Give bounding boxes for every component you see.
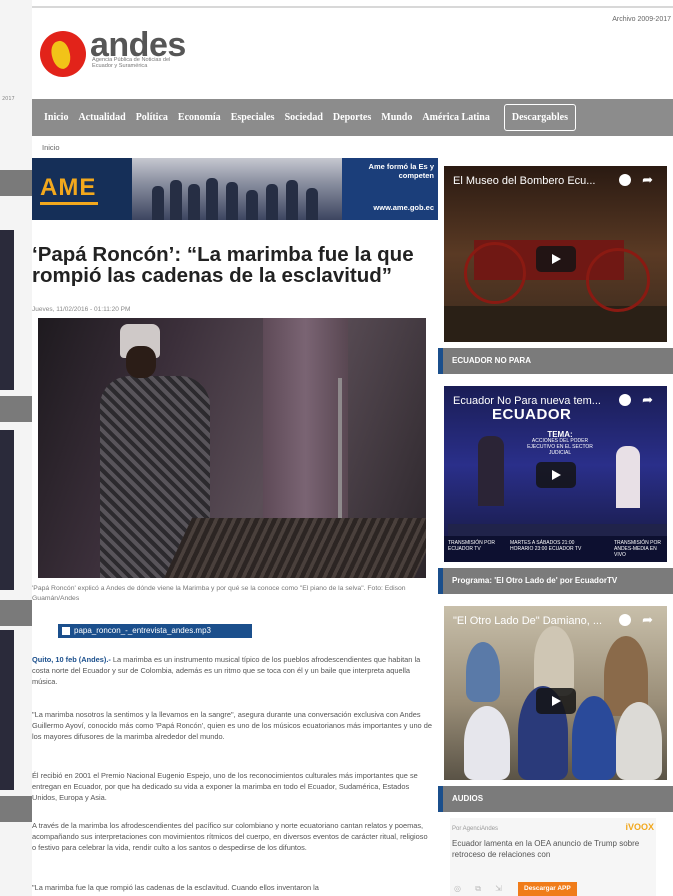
image-caption: 'Papá Roncón' explicó a Andes de dónde v… <box>32 585 406 602</box>
nav-item-politica[interactable]: Política <box>136 112 168 123</box>
audio-title[interactable]: Ecuador lamenta en la OEA anuncio de Tru… <box>452 838 648 860</box>
nav-item-actualidad[interactable]: Actualidad <box>78 112 125 123</box>
background-window: 2017 <box>0 0 32 896</box>
video-title[interactable]: El Museo del Bombero Ecu... <box>453 175 603 187</box>
background-window-bar <box>0 170 32 196</box>
audio-file-icon <box>62 627 70 635</box>
video-player-bombero[interactable]: El Museo del Bombero Ecu... ➦ <box>444 166 667 342</box>
ecuador-tv-logo: ECUADOR <box>492 406 572 423</box>
site-tagline: Agencia Pública de Noticias del Ecuador … <box>92 57 171 69</box>
article-hero-image[interactable] <box>38 318 426 578</box>
background-window-image <box>0 630 14 790</box>
watch-later-icon[interactable] <box>619 174 631 186</box>
share-icon[interactable]: ➦ <box>642 172 653 188</box>
section-header-el-otro-lado[interactable]: Programa: 'El Otro Lado de' por EcuadorT… <box>438 568 673 594</box>
banner-url: www.ame.gob.ec <box>373 203 434 212</box>
ivoox-audio-widget: Por AgenciAndes iVOOX Ecuador lamenta en… <box>450 818 656 896</box>
video-lower-third: TRANSMISIÓN POR ECUADOR TV MARTES A SÁBA… <box>444 536 667 562</box>
audio-file-name: papa_roncon_-_entrevista_andes.mp3 <box>74 626 211 635</box>
nav-item-descargables[interactable]: Descargables <box>503 104 576 131</box>
download-app-button[interactable]: Descargar APP <box>518 882 577 896</box>
article-title: ‘Papá Roncón’: “La marimba fue la que ro… <box>32 243 414 287</box>
article-lead: Quito, 10 feb (Andes).- La marimba es un… <box>32 655 421 686</box>
article-paragraph: Él recibió en 2001 el Premio Nacional Eu… <box>32 771 418 802</box>
share-icon[interactable]: ➦ <box>642 392 653 408</box>
banner-photo <box>132 158 342 220</box>
video-player-el-otro-lado[interactable]: "El Otro Lado De" Damiano, ... ➦ <box>444 606 667 780</box>
audio-file-link[interactable]: papa_roncon_-_entrevista_andes.mp3 <box>58 624 252 638</box>
share-icon[interactable]: ➦ <box>642 612 653 628</box>
background-window-bar <box>0 796 32 822</box>
nav-item-deportes[interactable]: Deportes <box>333 112 371 123</box>
audio-author[interactable]: Por AgenciAndes <box>452 826 498 832</box>
background-window-bar <box>0 600 32 626</box>
nav-item-mundo[interactable]: Mundo <box>381 112 412 123</box>
ame-banner-ad[interactable]: AME Ame formó la Es y competen www.ame.g… <box>32 158 438 220</box>
nav-item-sociedad[interactable]: Sociedad <box>285 112 323 123</box>
nav-item-america-latina[interactable]: América Latina <box>422 112 490 123</box>
archive-label[interactable]: Archivo 2009-2017 <box>612 16 671 23</box>
video-player-ecuador-no-para[interactable]: ECUADOR TEMA: ACCIONES DEL PODER EJECUTIV… <box>444 386 667 562</box>
section-header-ecuador-no-para[interactable]: ECUADOR NO PARA <box>438 348 673 374</box>
background-window-text: 2017 <box>2 96 15 102</box>
watch-later-icon[interactable] <box>619 394 631 406</box>
video-title[interactable]: "El Otro Lado De" Damiano, ... <box>453 615 603 627</box>
watch-later-icon[interactable] <box>619 614 631 626</box>
main-nav: Inicio Actualidad Política Economía Espe… <box>32 99 673 136</box>
background-window-image <box>0 430 14 590</box>
nav-item-especiales[interactable]: Especiales <box>231 112 275 123</box>
article-paragraph: "La marimba fue la que rompió las cadena… <box>32 883 319 892</box>
nav-item-inicio[interactable]: Inicio <box>44 112 68 123</box>
article-date: Jueves, 11/02/2016 - 01:11:20 PM <box>32 306 131 313</box>
video-title[interactable]: Ecuador No Para nueva tem... <box>453 395 603 407</box>
andes-page: Archivo 2009-2017 andes Agencia Pública … <box>32 0 673 896</box>
ame-logo: AME <box>32 158 132 220</box>
audio-action-icons[interactable]: ◎ ⧉ ⇲ <box>454 884 508 894</box>
ivoox-logo[interactable]: iVOOX <box>625 822 654 832</box>
article-paragraph: "La marimba nosotros la sentimos y la ll… <box>32 710 432 741</box>
play-button[interactable] <box>536 246 576 272</box>
background-window-bar <box>0 396 32 422</box>
banner-headline: Ame formó la Es y competen <box>368 162 434 180</box>
banner-text-panel: Ame formó la Es y competen www.ame.gob.e… <box>342 158 438 220</box>
nav-item-economia[interactable]: Economía <box>178 112 221 123</box>
article-paragraph: A través de la marimba los afrodescendie… <box>32 821 428 852</box>
background-window-image <box>0 230 14 390</box>
video-theme-text: TEMA: ACCIONES DEL PODER EJECUTIVO EN EL … <box>527 430 593 457</box>
breadcrumb[interactable]: Inicio <box>42 143 60 152</box>
play-button[interactable] <box>536 688 576 714</box>
play-button[interactable] <box>536 462 576 488</box>
section-header-audios[interactable]: AUDIOS <box>438 786 673 812</box>
top-divider <box>32 6 673 8</box>
andes-logo-icon[interactable] <box>40 31 86 77</box>
